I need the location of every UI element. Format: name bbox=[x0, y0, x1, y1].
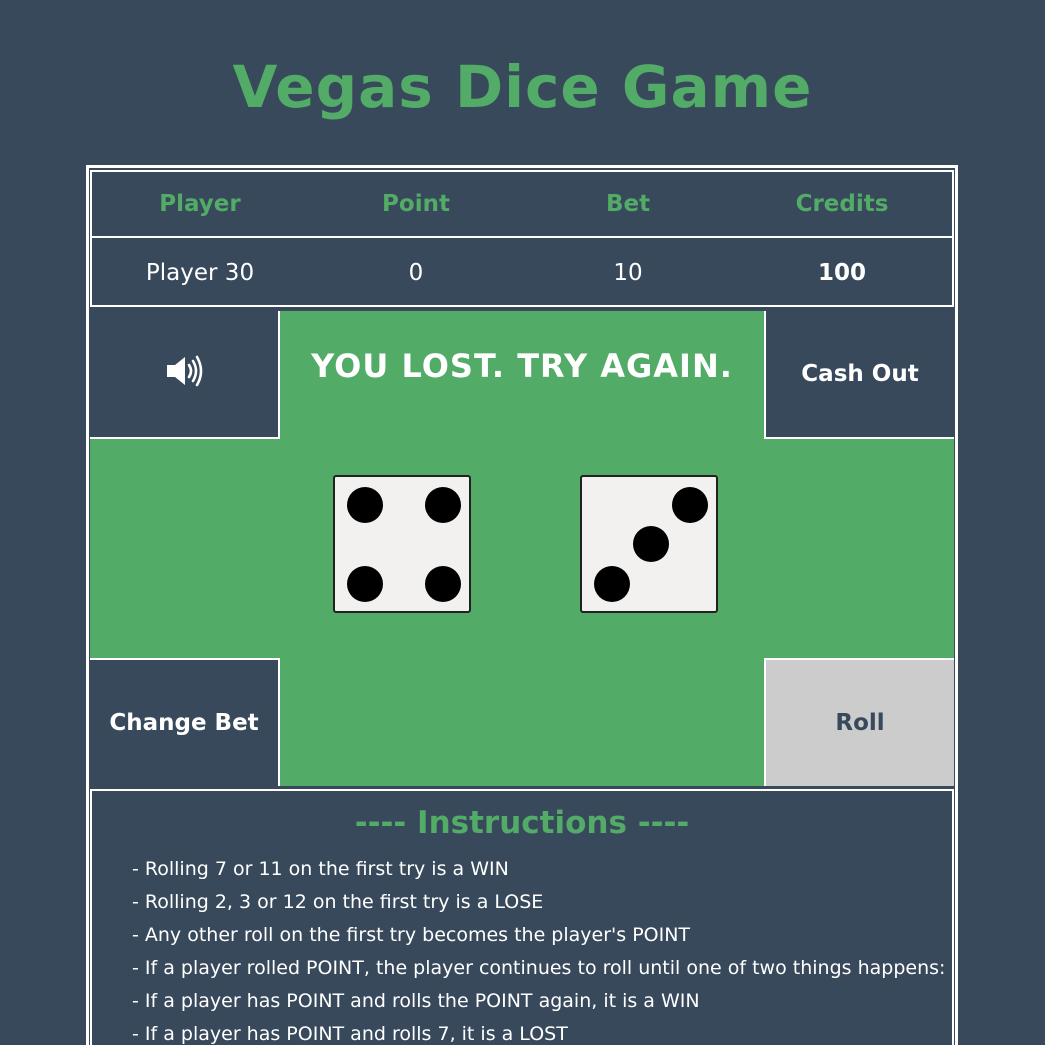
instruction-item: - If a player has POINT and rolls the PO… bbox=[132, 990, 700, 1012]
header-point: Point bbox=[382, 191, 450, 217]
die-pip bbox=[425, 566, 461, 602]
instructions-title: ---- Instructions ---- bbox=[354, 805, 690, 841]
instruction-item: - Any other roll on the first try become… bbox=[132, 924, 691, 946]
scoreboard: Player Point Bet Credits Player 30 0 10 … bbox=[90, 170, 954, 307]
instruction-item: - Rolling 7 or 11 on the first try is a … bbox=[132, 858, 509, 880]
result-message: YOU LOST. TRY AGAIN. bbox=[311, 347, 733, 385]
header-player: Player bbox=[159, 191, 241, 217]
bet-value: 10 bbox=[613, 260, 643, 286]
cash-out-button[interactable]: Cash Out bbox=[764, 311, 954, 439]
scoreboard-values: Player 30 0 10 100 bbox=[92, 240, 952, 306]
header-credits: Credits bbox=[795, 191, 889, 217]
sound-toggle-button[interactable] bbox=[90, 311, 280, 439]
instruction-item: - If a player has POINT and rolls 7, it … bbox=[132, 1023, 568, 1045]
change-bet-button[interactable]: Change Bet bbox=[90, 658, 280, 786]
die-2 bbox=[580, 475, 718, 613]
dice-board: YOU LOST. TRY AGAIN. Cash Out Change Bet… bbox=[90, 311, 954, 786]
die-pip bbox=[425, 487, 461, 523]
die-pip bbox=[633, 526, 669, 562]
die-pip bbox=[672, 487, 708, 523]
speaker-volume-icon bbox=[164, 354, 204, 394]
roll-button[interactable]: Roll bbox=[764, 658, 954, 786]
instruction-item: - Rolling 2, 3 or 12 on the first try is… bbox=[132, 891, 544, 913]
instructions-panel: ---- Instructions ---- - Rolling 7 or 11… bbox=[90, 789, 954, 1045]
die-pip bbox=[594, 566, 630, 602]
die-pip bbox=[347, 487, 383, 523]
point-value: 0 bbox=[408, 260, 424, 286]
die-pip bbox=[347, 566, 383, 602]
instruction-item: - If a player rolled POINT, the player c… bbox=[132, 957, 946, 979]
instructions-list: - Rolling 7 or 11 on the first try is a … bbox=[132, 853, 945, 1045]
die-1 bbox=[333, 475, 471, 613]
scoreboard-header: Player Point Bet Credits bbox=[92, 172, 952, 238]
header-bet: Bet bbox=[605, 191, 651, 217]
credits-value: 100 bbox=[817, 260, 866, 286]
page-title: Vegas Dice Game bbox=[232, 53, 813, 121]
player-name: Player 30 bbox=[145, 260, 255, 286]
